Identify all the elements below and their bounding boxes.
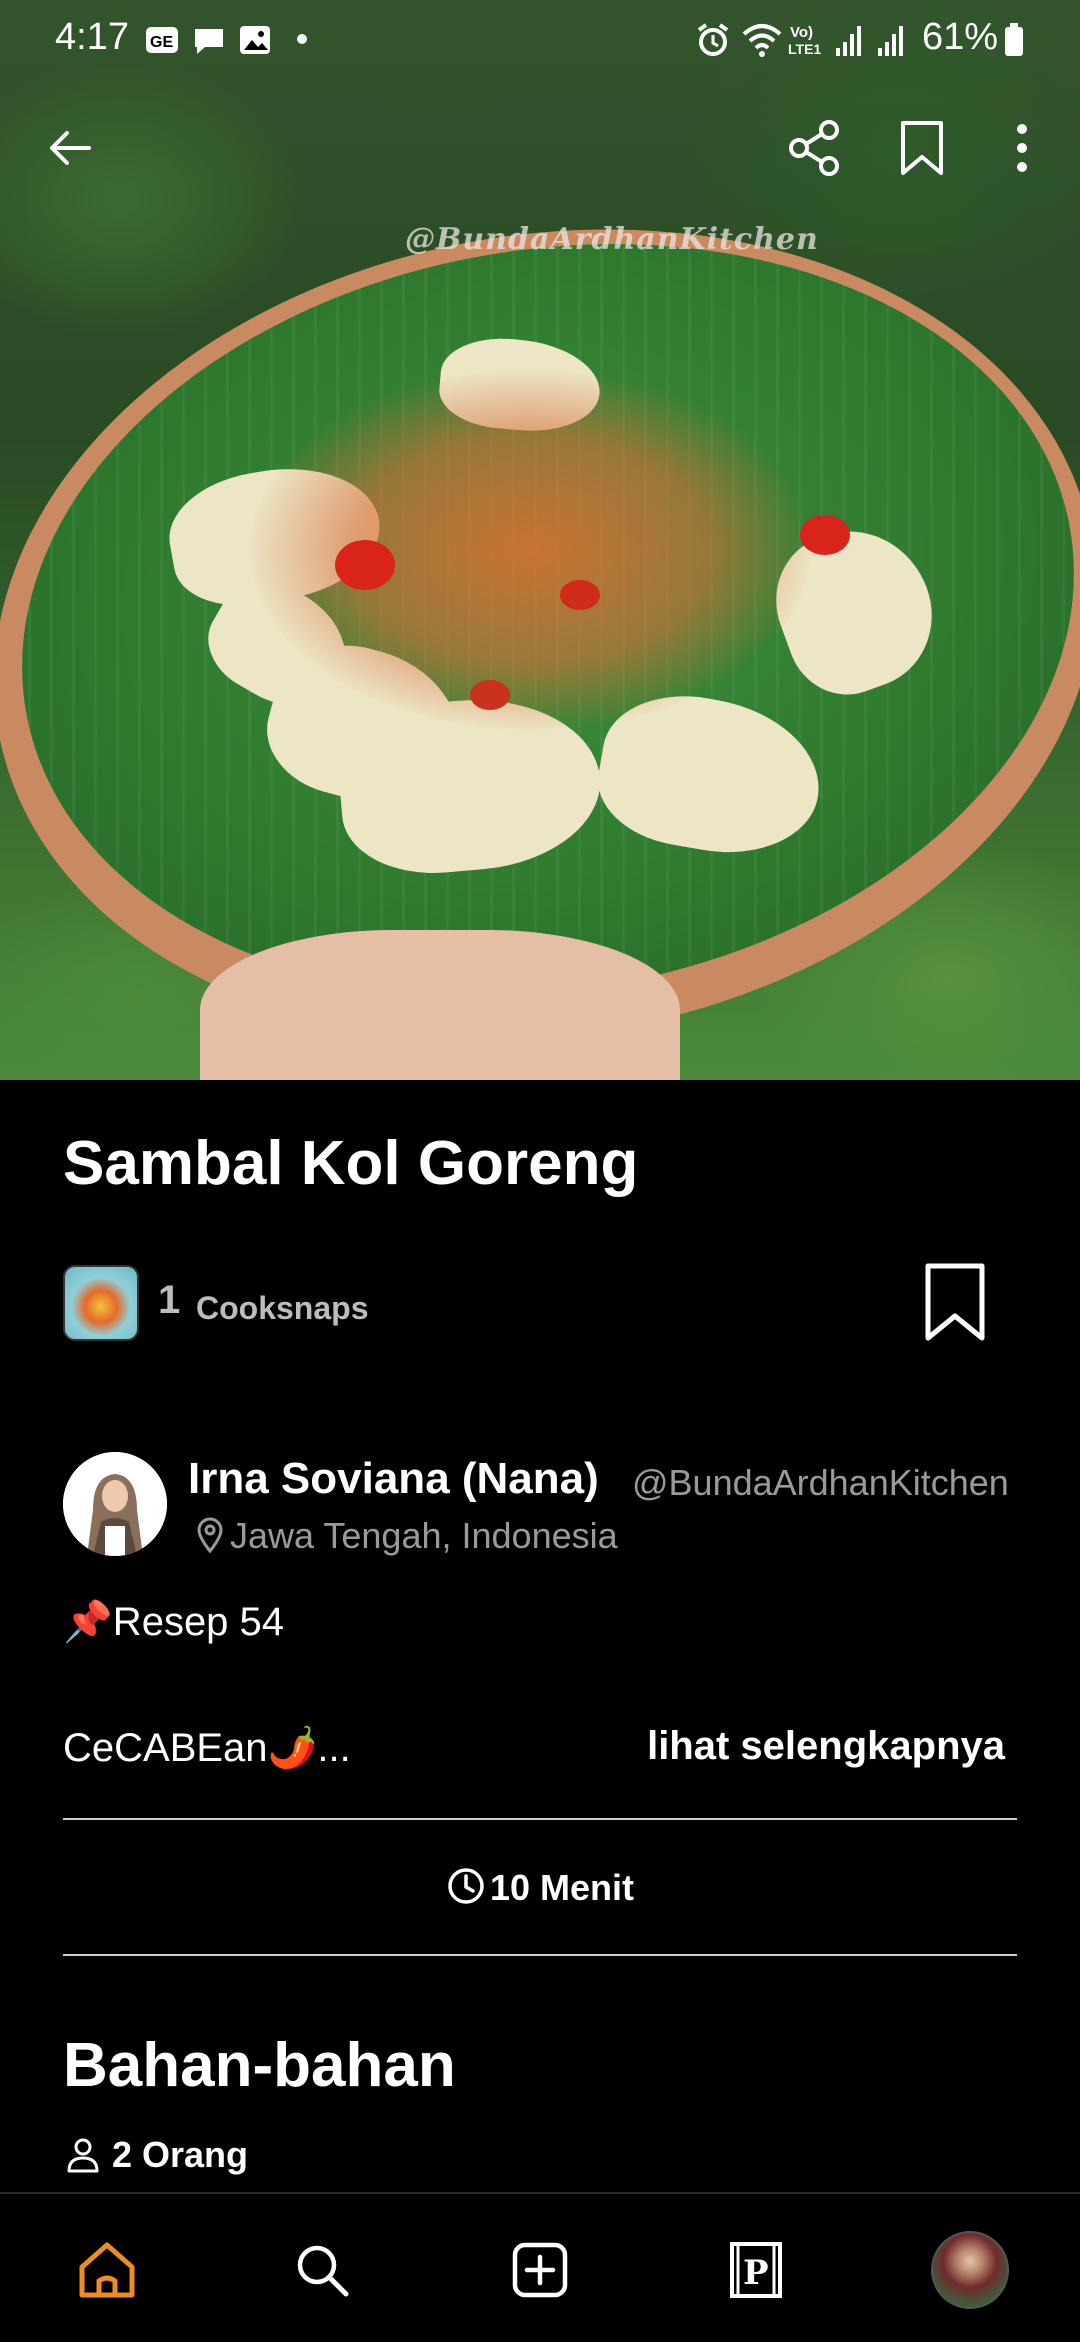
share-button[interactable] bbox=[777, 110, 853, 186]
chili-piece bbox=[800, 515, 850, 555]
bottom-navigation: P bbox=[0, 2192, 1080, 2342]
chili-piece bbox=[470, 680, 510, 710]
svg-text:P: P bbox=[743, 2253, 769, 2293]
svg-text:LTE1: LTE1 bbox=[788, 41, 821, 57]
photo-watermark: @BundaArdhanKitchen bbox=[405, 222, 819, 257]
status-time: 4:17 bbox=[55, 16, 129, 58]
divider bbox=[63, 1954, 1017, 1956]
author-location: Jawa Tengah, Indonesia bbox=[230, 1515, 618, 1556]
nav-pantry[interactable]: P bbox=[716, 2230, 796, 2310]
chili-piece bbox=[335, 540, 395, 590]
bookmark-icon bbox=[901, 121, 943, 175]
dot-icon bbox=[297, 34, 307, 44]
author-avatar-illustration bbox=[63, 1452, 167, 1556]
nav-search[interactable] bbox=[282, 2230, 362, 2310]
add-icon bbox=[512, 2242, 568, 2298]
save-recipe-button[interactable] bbox=[884, 110, 960, 186]
servings: 2 Orang bbox=[66, 2134, 248, 2176]
location-pin-icon bbox=[197, 1517, 223, 1554]
cooksnaps-label[interactable]: Cooksnaps bbox=[196, 1290, 368, 1327]
svg-text:GE: GE bbox=[150, 34, 173, 51]
volte-icon: Vo)LTE1 bbox=[788, 24, 821, 57]
svg-text:Vo): Vo) bbox=[790, 24, 813, 41]
more-vertical-icon bbox=[1017, 124, 1027, 172]
more-options-button[interactable] bbox=[984, 110, 1060, 186]
chili-piece bbox=[560, 580, 600, 610]
back-button[interactable] bbox=[32, 110, 108, 186]
share-icon bbox=[789, 120, 839, 176]
cook-duration: 10 Menit bbox=[0, 1866, 1080, 1909]
signal-icon-2 bbox=[878, 26, 903, 56]
profile-avatar bbox=[931, 2231, 1009, 2309]
image-notification-icon bbox=[240, 26, 270, 54]
recipe-number: 📌Resep 54 bbox=[63, 1600, 285, 1644]
author-handle[interactable]: @BundaArdhanKitchen bbox=[632, 1462, 1012, 1504]
cook-duration-text: 10 Menit bbox=[489, 1867, 635, 1908]
recipe-description-preview: CeCABEan🌶️... bbox=[63, 1726, 351, 1770]
author-name[interactable]: Irna Soviana (Nana) bbox=[188, 1454, 599, 1504]
signal-icon-1 bbox=[836, 26, 861, 56]
ingredients-title: Bahan-bahan bbox=[63, 2031, 456, 2100]
divider bbox=[63, 1818, 1017, 1820]
recipe-title: Sambal Kol Goreng bbox=[63, 1129, 639, 1198]
wifi-icon bbox=[742, 24, 782, 57]
cooksnap-thumbnail[interactable] bbox=[63, 1265, 139, 1341]
pantry-icon: P bbox=[730, 2242, 782, 2298]
nav-create[interactable] bbox=[500, 2230, 580, 2310]
author-avatar[interactable] bbox=[63, 1452, 167, 1556]
bookmark-icon bbox=[925, 1263, 985, 1341]
battery-percent: 61% bbox=[922, 16, 999, 58]
chat-notification-icon bbox=[195, 29, 223, 54]
nav-profile[interactable] bbox=[930, 2230, 1010, 2310]
nav-home[interactable] bbox=[67, 2230, 147, 2310]
search-icon bbox=[297, 2245, 349, 2297]
person-icon bbox=[67, 2138, 99, 2173]
alarm-icon bbox=[697, 23, 729, 56]
clock-icon bbox=[448, 1868, 484, 1904]
servings-text: 2 Orang bbox=[112, 2134, 249, 2175]
battery-icon bbox=[1005, 23, 1023, 56]
home-icon bbox=[79, 2242, 135, 2298]
sambal-topping bbox=[250, 370, 810, 730]
hand bbox=[200, 930, 680, 1080]
status-bar: 4:17 GE Vo) LTE1 61% bbox=[0, 0, 1080, 80]
arrow-left-icon bbox=[50, 131, 91, 165]
see-more-link[interactable]: lihat selengkapnya bbox=[647, 1724, 1005, 1769]
gallery-notification-icon: GE bbox=[146, 27, 178, 53]
save-recipe-inline-button[interactable] bbox=[920, 1260, 990, 1344]
cooksnaps-count[interactable]: 1 bbox=[158, 1278, 180, 1323]
